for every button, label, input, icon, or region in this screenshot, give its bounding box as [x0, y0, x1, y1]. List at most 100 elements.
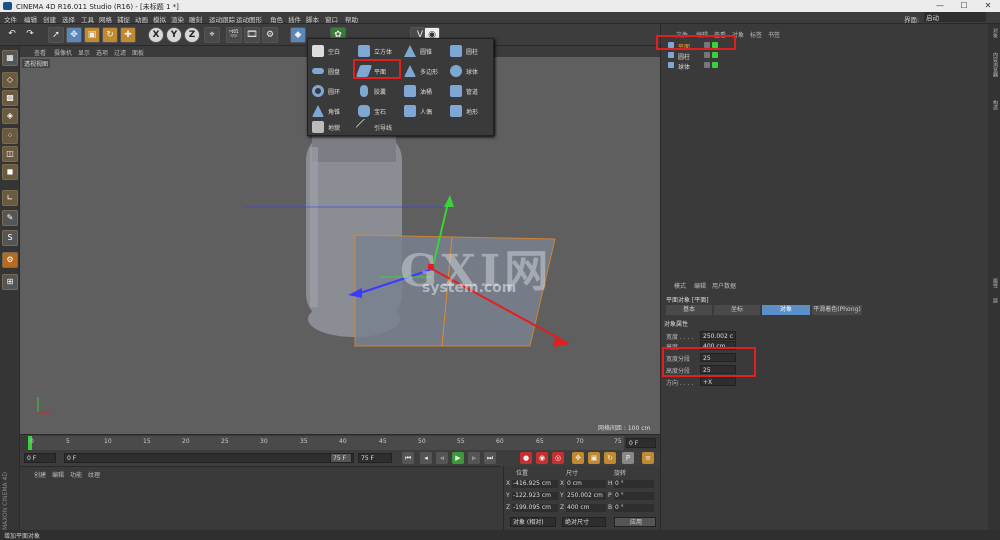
viewport-menu-view[interactable]: 查看 — [34, 48, 46, 57]
primitive-cube-icon[interactable]: ◆ — [290, 27, 306, 43]
select-arrow-icon[interactable]: ➚ — [48, 27, 64, 43]
popup-item-null[interactable]: 空白 — [310, 41, 356, 61]
menu-sculpt[interactable]: 雕刻 — [189, 14, 202, 24]
strip-tab-content[interactable]: 内容浏览器 — [989, 52, 999, 77]
menu-window[interactable]: 窗口 — [325, 14, 338, 24]
key-scale-icon[interactable]: ▣ — [588, 452, 600, 464]
menu-simulate[interactable]: 模拟 — [153, 14, 166, 24]
viewport-menu-options[interactable]: 选项 — [96, 48, 108, 57]
y-axis-toggle-icon[interactable]: Y — [166, 27, 182, 43]
visibility-dots-icon[interactable] — [704, 52, 710, 58]
size-y-field[interactable]: 250.002 cm — [566, 492, 606, 500]
size-z-field[interactable]: 400 cm — [566, 504, 606, 512]
timeline-ruler[interactable]: 0 5 10 15 20 25 30 35 40 45 50 55 60 65 … — [20, 434, 660, 450]
rot-b-field[interactable]: 0 ° — [614, 504, 654, 512]
menu-snap[interactable]: 捕捉 — [117, 14, 130, 24]
popup-item-landscape[interactable]: 地形 — [448, 101, 494, 121]
popup-item-guide[interactable]: 引导线 — [355, 117, 402, 137]
tab-coord[interactable]: 坐标 — [714, 305, 760, 315]
pos-x-field[interactable]: -416.925 cm — [512, 480, 558, 488]
key-rotate-icon[interactable]: ↻ — [604, 452, 616, 464]
texture-mode-icon[interactable]: ▩ — [2, 90, 18, 106]
timeline-menu-icon[interactable]: ≡ — [642, 452, 654, 464]
model-mode-icon[interactable]: ◇ — [2, 72, 18, 88]
pos-y-field[interactable]: -122.923 cm — [512, 492, 558, 500]
render-picture-icon[interactable]: 🎞 — [244, 27, 260, 43]
menu-render[interactable]: 渲染 — [171, 14, 184, 24]
end-frame-field[interactable]: 0 F — [626, 438, 656, 448]
attr-menu-edit[interactable]: 编辑 — [694, 281, 706, 290]
menu-character[interactable]: 角色 — [270, 14, 283, 24]
mat-menu-texture[interactable]: 纹理 — [88, 470, 100, 479]
record-icon[interactable]: ● — [520, 452, 532, 464]
popup-item-cone[interactable]: 圆锥 — [402, 41, 448, 61]
keyframe-icon[interactable]: ◎ — [552, 452, 564, 464]
popup-item-disc[interactable]: 圆盘 — [310, 61, 356, 81]
mat-menu-function[interactable]: 功能 — [70, 470, 82, 479]
menu-help[interactable]: 帮助 — [345, 14, 358, 24]
popup-item-cylinder[interactable]: 圆柱 — [448, 41, 494, 61]
popup-item-oil-tank[interactable]: 油桶 — [402, 81, 448, 101]
frame-range-slider[interactable]: 0 F — [64, 453, 354, 463]
tab-object[interactable]: 对象 — [762, 305, 810, 315]
edges-mode-icon[interactable]: ◫ — [2, 146, 18, 162]
menu-select[interactable]: 选择 — [62, 14, 75, 24]
recent-tool-icon[interactable]: ✚ — [120, 27, 136, 43]
tweak-icon[interactable]: ✎ — [2, 210, 18, 226]
apply-button[interactable]: 应用 — [614, 517, 656, 527]
autokey-icon[interactable]: ◉ — [536, 452, 548, 464]
strip-tab-attributes[interactable]: 属性 — [989, 278, 999, 288]
popup-item-tube[interactable]: 管道 — [448, 81, 494, 101]
object-row-sphere[interactable]: 球体 — [664, 61, 984, 71]
tab-basic[interactable]: 基本 — [666, 305, 712, 315]
menu-mesh[interactable]: 网格 — [99, 14, 112, 24]
menu-mograph[interactable]: 运动图形 — [236, 14, 262, 24]
popup-item-relief[interactable]: 地貌 — [310, 117, 356, 137]
popup-item-polygon[interactable]: 多边形 — [402, 61, 448, 81]
z-axis-toggle-icon[interactable]: Z — [184, 27, 200, 43]
workplane-icon[interactable]: ◈ — [2, 108, 18, 124]
minimize-button[interactable]: — — [928, 0, 952, 12]
scale-icon[interactable]: ▣ — [84, 27, 100, 43]
popup-item-figure[interactable]: 人偶 — [402, 101, 448, 121]
strip-tab-structure[interactable]: 构造 — [989, 100, 999, 110]
render-view-icon[interactable]: 🎬 — [226, 27, 242, 43]
redo-icon[interactable]: ↷ — [22, 27, 38, 43]
attr-menu-user-data[interactable]: 用户数据 — [712, 281, 736, 290]
enabled-check-icon[interactable] — [712, 62, 718, 68]
play-icon[interactable]: ▶ — [452, 452, 464, 464]
key-move-icon[interactable]: ✥ — [572, 452, 584, 464]
coordinate-system-icon[interactable]: ⌖ — [204, 27, 220, 43]
size-mode-dropdown[interactable]: 绝对尺寸 — [562, 517, 606, 527]
strip-tab-objects[interactable]: 对象 — [989, 28, 999, 38]
rot-p-field[interactable]: 0 ° — [614, 492, 654, 500]
points-mode-icon[interactable]: ⁘ — [2, 128, 18, 144]
go-end-icon[interactable]: ⏭ — [484, 452, 496, 464]
viewport-menu-camera[interactable]: 摄像机 — [54, 48, 72, 57]
viewport-menu-filter[interactable]: 过滤 — [114, 48, 126, 57]
menu-file[interactable]: 文件 — [4, 14, 17, 24]
undo-icon[interactable]: ↶ — [4, 27, 20, 43]
popup-item-torus[interactable]: 圆环 — [310, 81, 356, 101]
go-start-icon[interactable]: ⏮ — [402, 452, 414, 464]
layout-dropdown[interactable]: 启动 — [924, 12, 986, 22]
key-param-icon[interactable]: P — [622, 452, 634, 464]
attr-menu-mode[interactable]: 模式 — [674, 281, 686, 290]
menu-tools[interactable]: 工具 — [81, 14, 94, 24]
strip-tab-layers[interactable]: 层 — [989, 298, 999, 303]
polygons-mode-icon[interactable]: ◼ — [2, 164, 18, 180]
menu-animate[interactable]: 动画 — [135, 14, 148, 24]
visibility-dots-icon[interactable] — [704, 62, 710, 68]
axis-mode-icon[interactable]: ∟ — [2, 190, 18, 206]
prev-key-icon[interactable]: ◂ — [420, 452, 432, 464]
grid-snap-icon[interactable]: ⊞ — [2, 274, 18, 290]
obj-menu-tags[interactable]: 标签 — [750, 30, 762, 39]
lock-icon[interactable]: ⚙ — [2, 252, 18, 268]
popup-item-capsule[interactable]: 胶囊 — [356, 81, 402, 101]
menu-script[interactable]: 脚本 — [306, 14, 319, 24]
tab-phong[interactable]: 平滑着色(Phong) — [812, 305, 862, 315]
mat-menu-create[interactable]: 创建 — [34, 470, 46, 479]
x-axis-toggle-icon[interactable]: X — [148, 27, 164, 43]
menu-plugins[interactable]: 插件 — [288, 14, 301, 24]
close-button[interactable]: ✕ — [976, 0, 1000, 12]
